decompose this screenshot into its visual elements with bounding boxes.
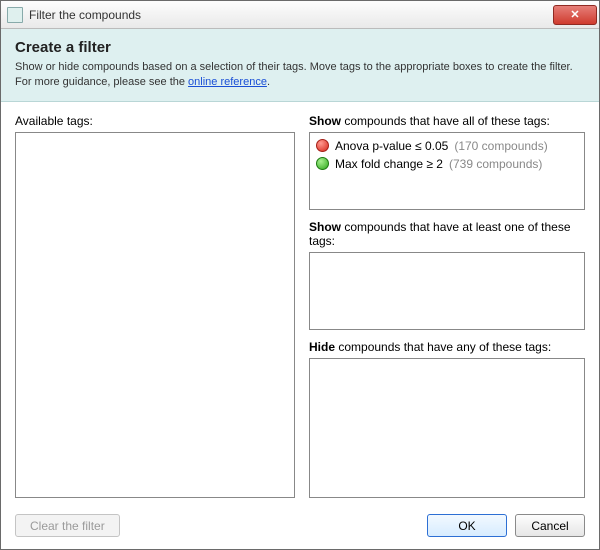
dialog-window: Filter the compounds Create a filter Sho…: [0, 0, 600, 550]
online-reference-link[interactable]: online reference: [188, 76, 267, 88]
tag-color-dot: [316, 157, 329, 170]
close-icon: [570, 8, 579, 21]
footer: Clear the filter OK Cancel: [1, 506, 599, 549]
hide-label-rest: compounds that have any of these tags:: [335, 340, 551, 354]
show-any-label-rest: compounds that have at least one of thes…: [309, 220, 571, 248]
available-tags-box[interactable]: [15, 132, 295, 498]
tag-color-dot: [316, 139, 329, 152]
header-panel: Create a filter Show or hide compounds b…: [1, 29, 599, 102]
show-all-label-bold: Show: [309, 114, 341, 128]
tag-name: Max fold change ≥ 2: [335, 157, 443, 171]
show-any-label: Show compounds that have at least one of…: [309, 220, 585, 248]
tag-row[interactable]: Max fold change ≥ 2 (739 compounds): [314, 155, 580, 173]
close-button[interactable]: [553, 5, 597, 25]
clear-filter-button[interactable]: Clear the filter: [15, 514, 120, 537]
app-icon: [7, 7, 23, 23]
hide-label: Hide compounds that have any of these ta…: [309, 340, 585, 354]
window-title: Filter the compounds: [29, 8, 553, 22]
show-all-box[interactable]: Anova p-value ≤ 0.05 (170 compounds) Max f…: [309, 132, 585, 210]
header-desc: Show or hide compounds based on a select…: [15, 60, 585, 91]
tag-count: (170 compounds): [454, 139, 547, 153]
hide-label-bold: Hide: [309, 340, 335, 354]
tag-name: Anova p-value ≤ 0.05: [335, 139, 448, 153]
hide-section: Hide compounds that have any of these ta…: [309, 340, 585, 498]
show-all-label: Show compounds that have all of these ta…: [309, 114, 585, 128]
show-any-box[interactable]: [309, 252, 585, 330]
cancel-button[interactable]: Cancel: [515, 514, 585, 537]
ok-button[interactable]: OK: [427, 514, 507, 537]
show-all-section: Show compounds that have all of these ta…: [309, 114, 585, 210]
show-all-label-rest: compounds that have all of these tags:: [341, 114, 550, 128]
header-heading: Create a filter: [15, 39, 585, 56]
tag-count: (739 compounds): [449, 157, 542, 171]
header-desc-text: Show or hide compounds based on a select…: [15, 61, 573, 88]
available-label: Available tags:: [15, 114, 295, 128]
titlebar: Filter the compounds: [1, 1, 599, 29]
hide-box[interactable]: [309, 358, 585, 498]
show-any-section: Show compounds that have at least one of…: [309, 220, 585, 330]
tag-row[interactable]: Anova p-value ≤ 0.05 (170 compounds): [314, 137, 580, 155]
show-any-label-bold: Show: [309, 220, 341, 234]
content-area: Available tags: Show compounds that have…: [1, 102, 599, 506]
filter-column: Show compounds that have all of these ta…: [309, 114, 585, 498]
available-column: Available tags:: [15, 114, 295, 498]
header-desc-tail: .: [267, 76, 270, 88]
